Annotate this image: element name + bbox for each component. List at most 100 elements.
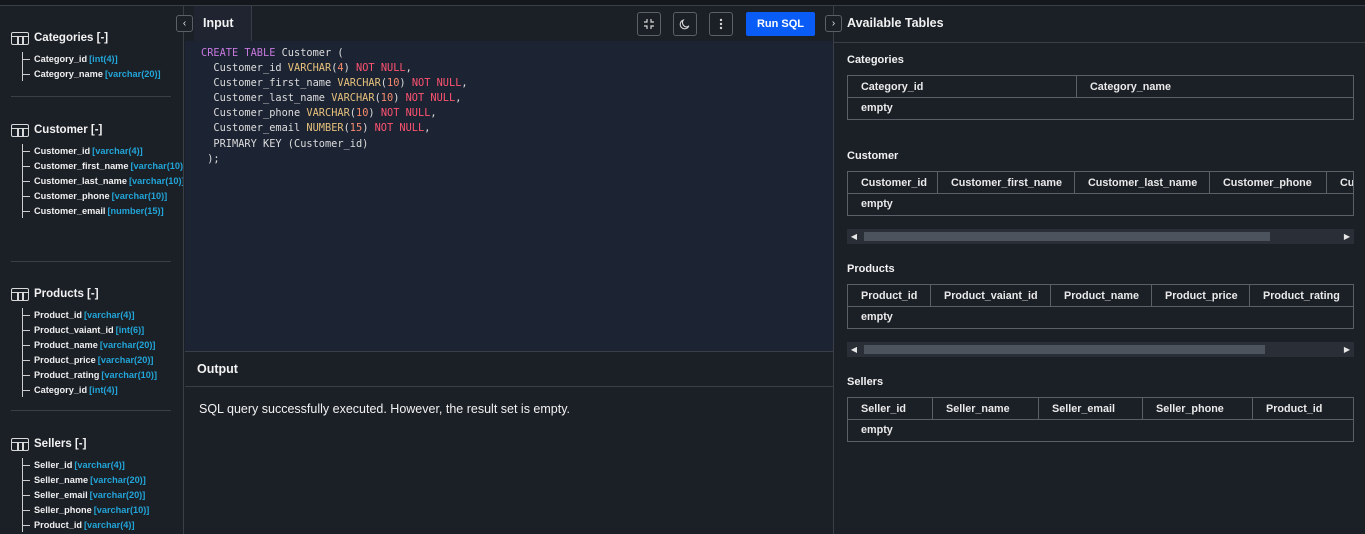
column-type: [varchar(4)]: [74, 460, 125, 470]
table-header-row: Seller_id Seller_name Seller_email Seller_p…: [848, 398, 1353, 420]
table-icon: [11, 437, 29, 451]
column-header: Customer_id: [848, 172, 938, 194]
column-header: Product_id: [848, 285, 931, 307]
code-line: PRIMARY KEY (Customer_id): [201, 137, 369, 150]
code-line: Customer_phone VARCHAR(10) NOT NULL,: [201, 107, 437, 120]
collapse-tables-button[interactable]: ›: [825, 15, 842, 32]
table-icon: [11, 123, 29, 137]
scrollbar-thumb[interactable]: [864, 232, 1270, 241]
schema-column: Product_rating [varchar(10)]: [23, 368, 160, 382]
scrollbar-thumb[interactable]: [864, 345, 1265, 354]
output-message: SQL query successfully executed. However…: [199, 402, 570, 416]
column-name: Product_id: [34, 310, 82, 320]
column-header: Category_id: [848, 76, 1077, 98]
code-line: Customer_id VARCHAR(4) NOT NULL,: [201, 62, 412, 75]
group-divider: [11, 261, 171, 262]
column-name: Customer_email: [34, 206, 106, 216]
input-tab[interactable]: Input: [194, 6, 252, 41]
chevron-left-icon: ‹: [182, 18, 187, 29]
available-tables-title: Available Tables: [847, 16, 944, 30]
table-icon: [11, 31, 29, 45]
more-options-button[interactable]: [709, 12, 733, 36]
column-name: Customer_last_name: [34, 176, 127, 186]
empty-row: empty: [861, 424, 893, 436]
schema-sidebar: Categories [-] Category_id [int(4)] Categor…: [0, 6, 184, 534]
column-header: Product_vaiant_id: [931, 285, 1051, 307]
schema-column: Seller_name [varchar(20)]: [23, 473, 160, 487]
column-type: [varchar(4)]: [83, 520, 135, 530]
output-header: Output: [185, 351, 833, 387]
schema-column: Customer_last_name [varchar(10)]: [23, 174, 183, 188]
schema-column: Seller_phone [varchar(10)]: [23, 503, 160, 517]
schema-table-title: Categories [-]: [34, 32, 109, 44]
scroll-left-icon[interactable]: ◀: [847, 229, 861, 244]
column-type: [varchar(10)]: [130, 161, 184, 171]
schema-table-title: Customer [-]: [34, 124, 103, 136]
schema-column: Product_price [varchar(20)]: [23, 353, 160, 367]
compress-button[interactable]: [637, 12, 661, 36]
group-divider: [11, 96, 171, 97]
scroll-right-icon[interactable]: ▶: [1340, 229, 1354, 244]
schema-column: Product_id [varchar(4)]: [23, 308, 160, 322]
scroll-left-icon[interactable]: ◀: [847, 342, 861, 357]
collapse-sidebar-button[interactable]: ‹: [176, 15, 193, 32]
column-header: Product_name: [1051, 285, 1152, 307]
column-header: Category_name: [1090, 80, 1172, 93]
column-header: Seller_email: [1039, 398, 1143, 420]
schema-column: Customer_first_name [varchar(10)]: [23, 159, 183, 173]
schema-table-toggle[interactable]: Customer [-]: [11, 120, 160, 140]
column-type: [varchar(10)]: [111, 191, 168, 201]
run-sql-button[interactable]: Run SQL: [746, 12, 815, 36]
schema-table-group: Sellers [-] Seller_id [varchar(4)] Seller_n…: [0, 434, 172, 533]
theme-toggle-button[interactable]: [673, 12, 697, 36]
code-line: Customer_last_name VARCHAR(10) NOT NULL,: [201, 92, 462, 105]
horizontal-scrollbar[interactable]: ◀ ▶: [847, 229, 1354, 244]
table-header-row: Customer_id Customer_first_name Customer_l…: [848, 172, 1353, 194]
code-line: CREATE TABLE Customer (: [201, 47, 344, 59]
schema-column: Seller_id [varchar(4)]: [23, 458, 160, 472]
table-section-title: Customer: [847, 150, 899, 162]
schema-table-title: Products [-]: [34, 288, 99, 300]
more-vertical-icon: [719, 18, 723, 30]
column-type: [varchar(10)]: [128, 176, 184, 186]
column-name: Customer_phone: [34, 191, 110, 201]
column-header: Seller_id: [848, 398, 933, 420]
schema-column-list: Product_id [varchar(4)] Product_vaiant_id[…: [22, 308, 160, 397]
schema-column-list: Category_id [int(4)] Category_name [varchar…: [22, 52, 161, 81]
column-header: Seller_name: [933, 398, 1039, 420]
schema-column: Category_id [int(4)]: [23, 52, 160, 66]
column-name: Customer_first_name: [34, 161, 129, 171]
schema-column: Category_id [int(4)]: [23, 383, 160, 397]
column-type: [varchar(4)]: [92, 146, 143, 156]
code-line: Customer_first_name VARCHAR(10) NOT NULL…: [201, 77, 468, 90]
schema-table-toggle[interactable]: Categories [-]: [11, 28, 160, 48]
schema-table-group: Products [-] Product_id [varchar(4)] Produc…: [0, 284, 172, 398]
divider: [834, 42, 1365, 43]
column-header: Customer_last_name: [1075, 172, 1210, 194]
empty-row: empty: [861, 198, 893, 210]
table-section-title: Products: [847, 263, 895, 275]
column-type: [int(4)]: [89, 54, 118, 64]
schema-column: Customer_id [varchar(4)]: [23, 144, 160, 158]
column-type: [varchar(20)]: [99, 340, 156, 350]
schema-column: Product_name [varchar(20)]: [23, 338, 160, 352]
table-section-title: Categories: [847, 54, 904, 66]
preview-table: Category_id Category_name empty: [847, 75, 1354, 120]
column-header: Customer_first_name: [938, 172, 1075, 194]
sql-editor[interactable]: CREATE TABLE Customer ( Customer_id VARC…: [185, 41, 833, 351]
column-name: Category_id: [34, 385, 88, 395]
column-type: [varchar(20)]: [90, 475, 146, 485]
schema-column: Category_name [varchar(20)]: [23, 67, 161, 81]
scroll-right-icon[interactable]: ▶: [1340, 342, 1354, 357]
schema-table-title: Sellers [-]: [34, 438, 87, 450]
code-line: Customer_email NUMBER(15) NOT NULL,: [201, 122, 431, 135]
schema-table-toggle[interactable]: Products [-]: [11, 284, 160, 304]
column-header: Product_id: [1266, 402, 1323, 415]
column-header: Customer_email: [1340, 176, 1354, 189]
column-type: [int(6)]: [115, 325, 145, 335]
schema-table-toggle[interactable]: Sellers [-]: [11, 434, 160, 454]
horizontal-scrollbar[interactable]: ◀ ▶: [847, 342, 1354, 357]
column-name: Seller_email: [34, 490, 88, 500]
column-type: [int(4)]: [89, 385, 118, 395]
schema-column: Seller_email [varchar(20)]: [23, 488, 160, 502]
